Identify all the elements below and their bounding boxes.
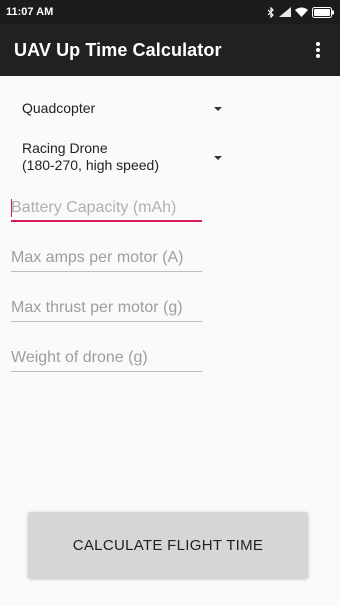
weight-input[interactable] — [11, 346, 202, 370]
drone-class-spinner[interactable]: Racing Drone (180-270, high speed) — [22, 140, 222, 176]
text-cursor — [11, 199, 12, 217]
calculate-flight-time-button[interactable]: CALCULATE FLIGHT TIME — [28, 512, 308, 578]
dropdown-arrow-icon — [214, 107, 222, 111]
status-icons — [267, 6, 334, 18]
app-title: UAV Up Time Calculator — [14, 39, 222, 60]
max-thrust-field[interactable] — [11, 296, 202, 322]
weight-field[interactable] — [11, 346, 202, 372]
overflow-menu-icon — [316, 42, 320, 58]
dropdown-arrow-icon — [214, 156, 222, 160]
status-time: 11:07 AM — [6, 6, 54, 18]
max-thrust-input[interactable] — [11, 296, 202, 320]
app-bar: UAV Up Time Calculator — [0, 24, 340, 76]
overflow-menu-button[interactable] — [308, 35, 328, 65]
drone-class-line1: Racing Drone — [22, 140, 108, 156]
wifi-icon — [295, 7, 308, 17]
battery-capacity-field[interactable] — [11, 196, 202, 222]
bluetooth-icon — [267, 6, 275, 18]
signal-icon — [279, 7, 291, 17]
drone-class-line2: (180-270, high speed) — [22, 157, 159, 173]
frame-type-value: Quadcopter — [22, 100, 96, 116]
max-amps-field[interactable] — [11, 246, 202, 272]
battery-capacity-input[interactable] — [11, 196, 202, 220]
frame-type-spinner[interactable]: Quadcopter — [22, 100, 222, 118]
battery-icon — [312, 6, 334, 18]
status-bar: 11:07 AM — [0, 0, 340, 24]
max-amps-input[interactable] — [11, 246, 202, 270]
